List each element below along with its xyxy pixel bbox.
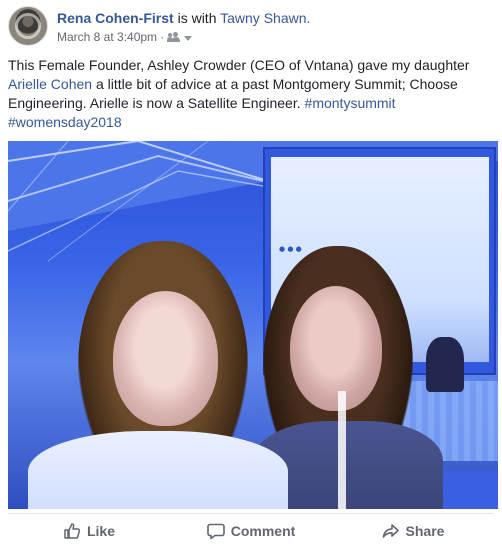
post-text: This Female Founder, Ashley Crowder (CEO… [8, 56, 494, 132]
hashtag-montysummit[interactable]: #montysummit [305, 95, 396, 111]
mention-link[interactable]: Arielle Cohen [8, 76, 92, 92]
thumbs-up-icon [64, 523, 81, 539]
header-line: Rena Cohen-First is with Tawny Shawn. [57, 10, 310, 26]
action-bar: Like Comment Share [8, 516, 494, 546]
like-label: Like [86, 523, 115, 539]
post-header: Rena Cohen-First is with Tawny Shawn. Ma… [8, 6, 498, 50]
lanyard [338, 391, 346, 509]
person-left-body [28, 431, 288, 509]
person-right-face [290, 286, 382, 411]
hashtag-womensday2018[interactable]: #womensday2018 [8, 114, 122, 130]
author-name[interactable]: Rena Cohen-First [57, 10, 174, 26]
like-button[interactable]: Like [8, 516, 170, 546]
share-button[interactable]: Share [332, 516, 494, 546]
action-divider [8, 513, 494, 514]
meta-separator: · [160, 30, 165, 44]
comment-label: Comment [230, 523, 296, 539]
timestamp[interactable]: March 8 at 3:40pm [57, 30, 157, 44]
with-text: is with [177, 10, 217, 26]
seated-person [426, 337, 464, 392]
audience-caret-icon[interactable] [184, 35, 193, 41]
share-label: Share [405, 523, 445, 539]
avatar[interactable] [8, 6, 48, 46]
comment-button[interactable]: Comment [170, 516, 332, 546]
comment-icon [206, 523, 225, 540]
person-left-face [113, 291, 218, 426]
share-icon [382, 524, 399, 538]
post-meta: March 8 at 3:40pm · [57, 30, 193, 44]
post-photo[interactable]: ● ● ● [8, 141, 498, 509]
tagged-person[interactable]: Tawny Shawn. [220, 10, 310, 26]
post-text-part1: This Female Founder, Ashley Crowder (CEO… [8, 57, 470, 73]
friends-icon[interactable] [167, 32, 181, 42]
post-card: Rena Cohen-First is with Tawny Shawn. Ma… [0, 0, 502, 551]
